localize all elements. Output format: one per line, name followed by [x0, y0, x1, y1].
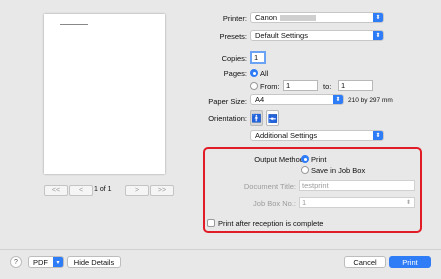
pages-from-label: From: — [260, 82, 280, 91]
presets-popup[interactable]: Default Settings ⬍ — [250, 30, 384, 41]
chevron-down-icon: ▾ — [53, 257, 63, 267]
document-title-input[interactable]: testprint — [299, 180, 415, 191]
copies-input[interactable]: 1 — [250, 51, 266, 64]
next-page-button[interactable]: > — [125, 185, 149, 196]
presets-value: Default Settings — [255, 31, 308, 40]
pages-to-input[interactable]: 1 — [338, 80, 373, 91]
preview-pager-right: > >> — [125, 185, 174, 196]
settings-section-popup[interactable]: Additional Settings ⬍ — [250, 130, 384, 141]
printer-popup[interactable]: Canon ⬍ — [250, 12, 384, 23]
pages-all-radio[interactable] — [250, 69, 258, 77]
print-preview-page — [44, 14, 165, 174]
output-print-label: Print — [311, 155, 327, 164]
landscape-person-icon: 🚹 — [268, 113, 277, 123]
question-icon: ? — [14, 258, 18, 266]
hide-details-button[interactable]: Hide Details — [67, 256, 121, 268]
document-title-label: Document Title: — [243, 182, 296, 191]
page-indicator: 1 of 1 — [94, 186, 112, 193]
chevron-updown-icon: ⬍ — [373, 13, 383, 22]
printer-label: Printer: — [222, 14, 247, 23]
pages-from-input[interactable]: 1 — [283, 80, 318, 91]
pages-label: Pages: — [223, 69, 247, 78]
printer-name-redacted — [280, 14, 317, 21]
chevron-updown-icon: ⬍ — [333, 95, 343, 104]
pages-all-label: All — [260, 69, 269, 78]
pdf-label: PDF — [33, 257, 48, 267]
orientation-landscape-button[interactable]: 🚹 — [266, 110, 279, 126]
chevron-updown-icon: ⬍ — [373, 31, 383, 40]
settings-section-value: Additional Settings — [255, 131, 318, 140]
paper-size-value: A4 — [255, 95, 265, 104]
orientation-portrait-button[interactable]: 🚹 — [250, 110, 263, 126]
first-page-button[interactable]: << — [44, 185, 68, 196]
output-save-jobbox-radio[interactable] — [301, 166, 309, 174]
pdf-menu-button[interactable]: PDF ▾ — [28, 256, 64, 268]
paper-size-popup[interactable]: A4 ⬍ — [250, 94, 344, 105]
print-button[interactable]: Print — [389, 256, 431, 268]
print-after-reception-checkbox[interactable] — [207, 219, 215, 227]
presets-label: Presets: — [219, 32, 247, 41]
last-page-button[interactable]: >> — [150, 185, 174, 196]
printer-value: Canon — [255, 13, 278, 22]
paper-size-label: Paper Size: — [208, 97, 247, 106]
help-button[interactable]: ? — [10, 256, 22, 268]
pages-to-label: to: — [323, 82, 332, 91]
job-box-value: 1 — [302, 198, 307, 207]
copies-label: Copies: — [221, 54, 247, 63]
output-method-label: Output Method: — [254, 155, 306, 164]
job-box-select[interactable]: 1 ⬍ — [299, 197, 415, 208]
orientation-label: Orientation: — [208, 114, 247, 123]
print-after-reception-label: Print after reception is complete — [218, 219, 324, 228]
cancel-button[interactable]: Cancel — [344, 256, 386, 268]
output-save-jobbox-label: Save in Job Box — [311, 166, 366, 175]
pages-from-radio[interactable] — [250, 82, 258, 90]
portrait-person-icon: 🚹 — [251, 113, 262, 123]
output-print-radio[interactable] — [301, 155, 309, 163]
footer-divider — [0, 249, 441, 250]
chevron-updown-icon: ⬍ — [373, 131, 383, 140]
preview-text-line — [60, 24, 88, 25]
preview-pager: << < — [44, 185, 93, 196]
paper-dimensions: 210 by 297 mm — [348, 97, 393, 104]
previous-page-button[interactable]: < — [69, 185, 93, 196]
chevron-updown-icon: ⬍ — [405, 200, 411, 206]
job-box-label: Job Box No.: — [253, 199, 296, 208]
